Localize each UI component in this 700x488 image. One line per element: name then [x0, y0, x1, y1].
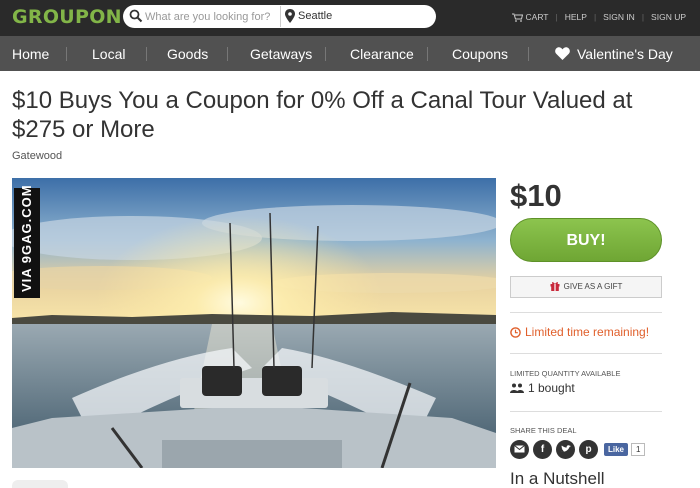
give-as-gift-label: GIVE AS A GIFT: [563, 282, 623, 291]
location-field[interactable]: Seattle: [298, 10, 332, 22]
fb-like-button[interactable]: Like: [604, 443, 629, 456]
nav-valentines-day[interactable]: Valentine's Day: [577, 46, 673, 62]
share-buttons: f p Like 1: [510, 440, 646, 459]
nav-goods[interactable]: Goods: [167, 46, 208, 62]
pinterest-share-icon[interactable]: p: [579, 440, 598, 459]
cart-icon: [511, 13, 523, 22]
email-share-icon[interactable]: [510, 440, 529, 459]
limited-time-text: Limited time remaining!: [525, 325, 650, 339]
people-icon: [510, 383, 524, 393]
clock-icon: [510, 326, 521, 338]
nav-local[interactable]: Local: [92, 46, 125, 62]
help-link[interactable]: HELP: [565, 12, 587, 22]
limited-quantity-label: LIMITED QUANTITY AVAILABLE: [510, 369, 621, 378]
category-nav: Home Local Goods Getaways Clearance Coup…: [0, 36, 700, 71]
sign-up-link[interactable]: SIGN UP: [651, 12, 686, 22]
link-separator: |: [593, 12, 597, 22]
nav-separator: [146, 47, 147, 61]
deal-price: $10: [510, 178, 562, 213]
facebook-share-icon[interactable]: f: [533, 440, 552, 459]
buy-button[interactable]: BUY!: [510, 218, 662, 262]
search-icon[interactable]: [129, 9, 143, 23]
share-deal-label: SHARE THIS DEAL: [510, 426, 577, 435]
nav-separator: [66, 47, 67, 61]
nav-getaways[interactable]: Getaways: [250, 46, 312, 62]
limited-time-notice: Limited time remaining!: [510, 325, 649, 339]
deal-title: $10 Buys You a Coupon for 0% Off a Canal…: [12, 87, 633, 143]
divider: [510, 312, 662, 313]
nav-separator: [325, 47, 326, 61]
in-a-nutshell-heading: In a Nutshell: [510, 469, 605, 488]
divider: [510, 411, 662, 412]
sign-in-link[interactable]: SIGN IN: [603, 12, 635, 22]
image-tab[interactable]: [12, 480, 68, 488]
account-links: CART | HELP | SIGN IN | SIGN UP: [511, 12, 686, 22]
watermark-badge: VIA 9GAG.COM: [14, 184, 40, 298]
search-bar: Seattle: [123, 5, 436, 28]
search-input[interactable]: [145, 8, 275, 25]
deal-photo-boat-sunset[interactable]: [12, 178, 496, 468]
nav-clearance[interactable]: Clearance: [350, 46, 414, 62]
fb-like-count: 1: [631, 443, 646, 456]
bought-count: 1 bought: [510, 381, 575, 395]
nav-separator: [528, 47, 529, 61]
give-as-gift-button[interactable]: GIVE AS A GIFT: [510, 276, 662, 298]
top-header: GROUPON Seattle CART | HELP | SIGN IN | …: [0, 0, 700, 36]
nav-home[interactable]: Home: [12, 46, 49, 62]
nav-coupons[interactable]: Coupons: [452, 46, 508, 62]
nav-separator: [227, 47, 228, 61]
merchant-name[interactable]: Gatewood: [12, 150, 62, 162]
nav-separator: [427, 47, 428, 61]
search-divider: [280, 6, 281, 27]
twitter-share-icon[interactable]: [556, 440, 575, 459]
divider: [510, 353, 662, 354]
link-separator: |: [555, 12, 558, 22]
groupon-logo[interactable]: GROUPON: [12, 6, 122, 28]
watermark-text: VIA 9GAG.COM: [19, 184, 34, 292]
facebook-like-widget[interactable]: Like 1: [604, 443, 646, 456]
gift-icon: [550, 282, 560, 291]
location-pin-icon: [285, 9, 295, 23]
cart-link[interactable]: CART: [526, 12, 549, 22]
link-separator: |: [641, 12, 645, 22]
bought-count-text: 1 bought: [528, 381, 575, 395]
heart-icon: [555, 47, 570, 60]
